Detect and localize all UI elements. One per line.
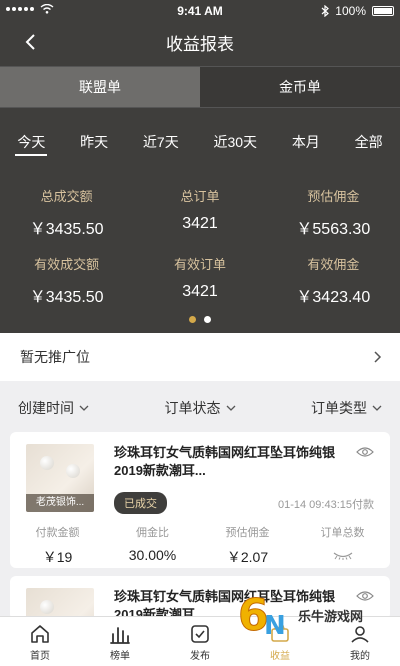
stat-value: ￥3423.40 [296, 289, 371, 306]
stat-valid-orders: 有效订单 3421 [133, 254, 266, 307]
metric-label: 付款金额 [35, 527, 80, 539]
tab-ranking[interactable]: 榜单 [80, 617, 160, 666]
filter-bar: 创建时间 订单状态 订单类型 [0, 392, 400, 424]
tab-7days[interactable]: 近7天 [139, 132, 183, 160]
page-title: 收益报表 [166, 35, 234, 54]
nav-bar: 收益报表 [0, 22, 400, 62]
filter-order-status[interactable]: 订单状态 [165, 398, 236, 418]
stat-value: 3421 [182, 215, 218, 232]
publish-check-icon [191, 625, 209, 643]
filter-label: 订单状态 [164, 400, 221, 416]
metric-pay-amount: 付款金额 ￥19 [10, 524, 105, 567]
tab-label: 榜单 [110, 651, 130, 662]
battery-icon [372, 6, 394, 16]
chevron-down-icon [372, 405, 382, 411]
order-card[interactable]: 珍珠耳钉女气质韩国网红耳坠耳饰纯银2019新款潮耳... [10, 576, 390, 620]
chevron-down-icon [226, 405, 235, 411]
metric-commission-rate: 佣金比 30.00% [105, 524, 200, 567]
tab-label: 首页 [30, 651, 50, 662]
product-title: 珍珠耳钉女气质韩国网红耳坠耳饰纯银2019新款潮耳... [114, 445, 336, 478]
stat-label: 预估佣金 [307, 189, 360, 204]
date-range-tabs: 今天 昨天 近7天 近30天 本月 全部 [0, 132, 400, 160]
stat-value: ￥3435.50 [29, 221, 104, 238]
wallet-icon [271, 624, 289, 642]
stat-est-commission: 预估佣金 ￥5563.30 [267, 186, 400, 239]
pearl-image [40, 456, 54, 470]
tab-this-month[interactable]: 本月 [288, 132, 324, 160]
eye-icon[interactable] [356, 590, 374, 602]
header-panel: 9:41 AM 100% 收益报表 联盟单 金币单 今天 昨天 近7天 近30天… [0, 0, 400, 333]
bottom-tab-bar: 首页 榜单 发布 收益 我的 [0, 616, 400, 666]
filter-label: 订单类型 [311, 400, 367, 416]
tab-all[interactable]: 全部 [351, 132, 387, 160]
home-icon [31, 625, 49, 643]
battery-percent: 100% [335, 4, 366, 18]
user-icon [351, 626, 369, 643]
metric-order-count: 订单总数 [295, 524, 390, 567]
metric-value: ￥19 [42, 549, 73, 565]
metric-label: 预估佣金 [225, 527, 270, 539]
tab-earnings[interactable]: 收益 [240, 617, 320, 666]
chevron-right-icon [374, 351, 382, 363]
pearl-image [66, 464, 80, 478]
product-thumbnail: 老茂银饰... [26, 444, 94, 512]
stat-valid-amount: 有效成交额 ￥3435.50 [0, 254, 133, 307]
metric-value: 30.00% [128, 547, 177, 563]
shop-tag: 老茂银饰... [26, 494, 94, 512]
stat-total-amount: 总成交额 ￥3435.50 [0, 186, 133, 239]
order-card[interactable]: 老茂银饰... 珍珠耳钉女气质韩国网红耳坠耳饰纯银2019新款潮耳... 已成交… [10, 432, 390, 568]
stat-label: 有效佣金 [307, 257, 360, 272]
filter-created-time[interactable]: 创建时间 [18, 398, 89, 418]
chevron-down-icon [79, 405, 89, 411]
tab-publish[interactable]: 发布 [160, 617, 240, 666]
metric-est-commission: 预估佣金 ￥2.07 [200, 524, 295, 567]
pearl-image [40, 600, 54, 614]
stat-label: 有效订单 [173, 257, 226, 272]
eye-closed-icon[interactable] [332, 550, 354, 560]
stat-total-orders: 总订单 3421 [133, 186, 266, 239]
order-metrics: 付款金额 ￥19 佣金比 30.00% 预估佣金 ￥2.07 订单总数 [10, 524, 390, 567]
order-type-segment: 联盟单 金币单 [0, 66, 400, 108]
bluetooth-icon [321, 5, 330, 17]
page-indicator [0, 316, 400, 323]
filter-order-type[interactable]: 订单类型 [311, 398, 382, 418]
stat-value: ￥5563.30 [296, 221, 371, 238]
page-dot[interactable] [189, 316, 196, 323]
eye-icon[interactable] [356, 446, 374, 458]
stat-value: ￥3435.50 [29, 289, 104, 306]
stat-label: 总订单 [180, 189, 220, 204]
stats-row-total: 总成交额 ￥3435.50 总订单 3421 预估佣金 ￥5563.30 [0, 186, 400, 239]
stat-valid-commission: 有效佣金 ￥3423.40 [267, 254, 400, 307]
filter-label: 创建时间 [18, 400, 74, 416]
segment-coin[interactable]: 金币单 [200, 67, 400, 107]
tab-label: 我的 [350, 651, 370, 662]
metric-label: 订单总数 [320, 527, 365, 539]
page-dot[interactable] [204, 316, 211, 323]
segment-alliance[interactable]: 联盟单 [0, 67, 200, 107]
tab-today[interactable]: 今天 [13, 132, 49, 160]
order-timestamp: 01-14 09:43:15付款 [277, 499, 374, 511]
tab-mine[interactable]: 我的 [320, 617, 400, 666]
tab-home[interactable]: 首页 [0, 617, 80, 666]
stat-label: 总成交额 [40, 189, 93, 204]
stat-label: 有效成交额 [34, 257, 100, 272]
metric-label: 佣金比 [136, 527, 169, 539]
tab-yesterday[interactable]: 昨天 [76, 132, 112, 160]
stat-value: 3421 [182, 283, 218, 300]
tab-label: 收益 [270, 651, 290, 662]
tab-label: 发布 [190, 651, 210, 662]
status-badge: 已成交 [114, 492, 167, 514]
tab-30days[interactable]: 近30天 [209, 132, 261, 160]
status-bar: 9:41 AM 100% [0, 0, 400, 22]
stats-row-valid: 有效成交额 ￥3435.50 有效订单 3421 有效佣金 ￥3423.40 [0, 254, 400, 307]
bar-chart-icon [110, 627, 130, 644]
promo-slot-row[interactable]: 暂无推广位 [0, 333, 400, 381]
promo-slot-label: 暂无推广位 [20, 349, 90, 365]
metric-value: ￥2.07 [226, 549, 269, 565]
